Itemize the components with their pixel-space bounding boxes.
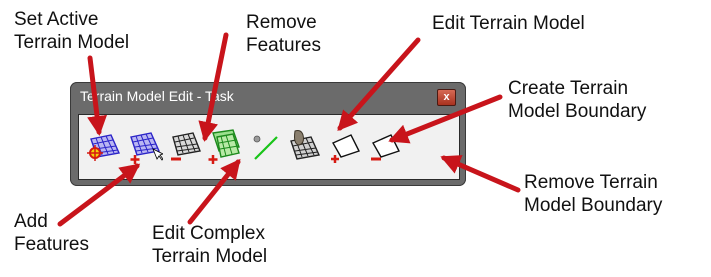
edit-terrain-icon — [290, 130, 321, 160]
tool-row — [78, 114, 460, 180]
edit-complex-terrain-model-button[interactable] — [205, 127, 243, 167]
callout-edit-complex-terrain-model: Edit Complex Terrain Model — [152, 223, 268, 267]
callout-set-active-terrain-model: Set Active Terrain Model — [14, 9, 130, 53]
palette-title[interactable]: Terrain Model Edit - Task — [80, 88, 234, 104]
callout-create-terrain-model-boundary: Create Terrain Model Boundary — [508, 78, 647, 122]
edit-complex-terrain-icon — [208, 129, 240, 164]
set-active-terrain-model-button[interactable] — [85, 127, 123, 167]
close-icon: x — [443, 91, 450, 103]
edit-terrain-model-button[interactable] — [285, 127, 323, 167]
callout-remove-features: Remove Features — [246, 12, 321, 56]
create-terrain-model-boundary-button[interactable] — [327, 127, 365, 167]
set-active-terrain-icon — [87, 134, 121, 161]
terrain-model-edit-palette: Terrain Model Edit - Task x — [70, 82, 466, 186]
callout-edit-terrain-model: Edit Terrain Model — [432, 13, 585, 34]
add-features-icon — [130, 132, 163, 164]
remove-features-button[interactable] — [165, 127, 203, 167]
remove-features-icon — [171, 132, 201, 161]
callout-add-features: Add Features — [14, 211, 89, 255]
close-button[interactable]: x — [437, 89, 456, 106]
add-features-button[interactable] — [125, 127, 163, 167]
remove-terrain-model-boundary-button[interactable] — [367, 127, 405, 167]
separator-tool-button[interactable] — [245, 127, 283, 167]
callout-remove-terrain-model-boundary: Remove Terrain Model Boundary — [524, 172, 663, 216]
create-boundary-icon — [331, 134, 360, 163]
remove-boundary-icon — [371, 134, 400, 161]
line-separator-icon — [253, 135, 278, 160]
